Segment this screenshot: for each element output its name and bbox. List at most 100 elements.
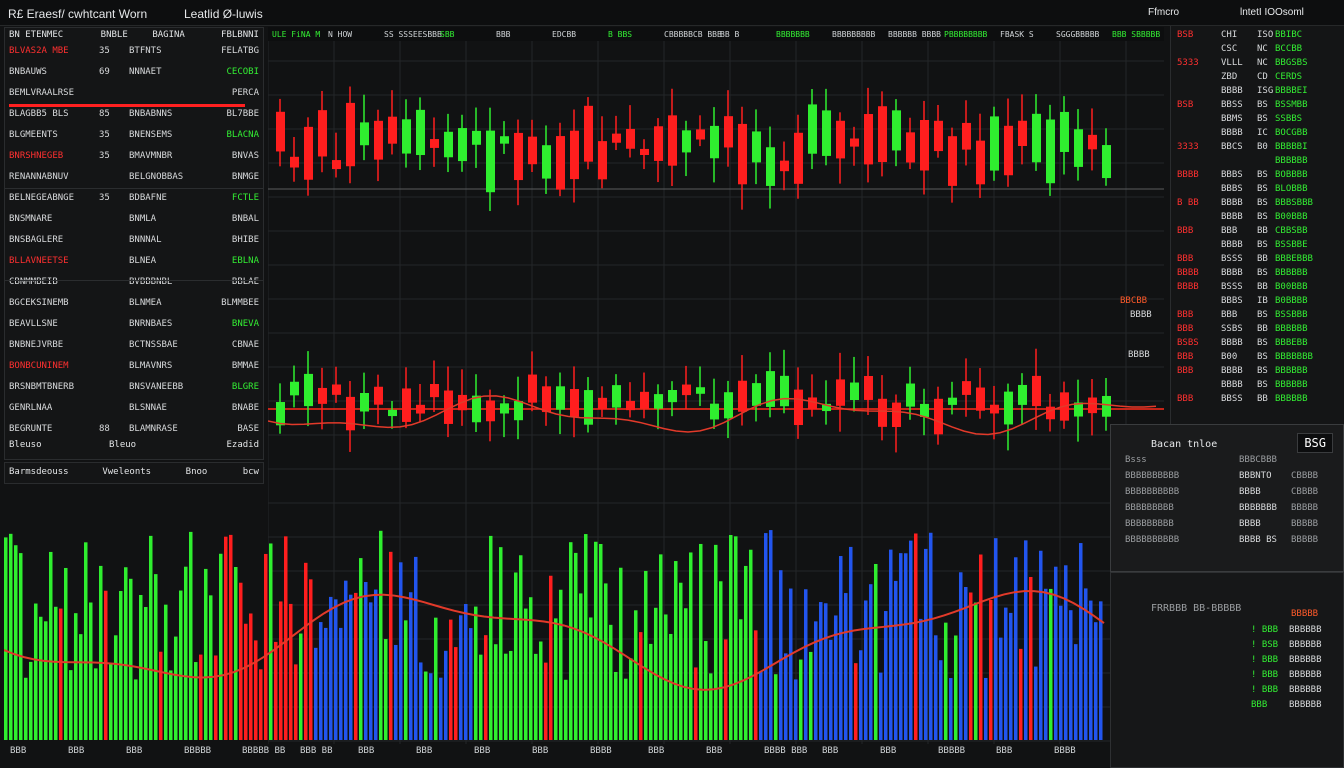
watchlist-row[interactable]: BGCEKSINEMB BLNMEA BLMMBEE bbox=[9, 298, 259, 311]
candle[interactable] bbox=[402, 388, 411, 422]
candle[interactable] bbox=[598, 141, 607, 180]
candle[interactable] bbox=[1032, 113, 1041, 163]
candle[interactable] bbox=[416, 109, 425, 156]
candle[interactable] bbox=[934, 120, 943, 152]
candle[interactable] bbox=[892, 110, 901, 151]
candle[interactable] bbox=[654, 394, 663, 409]
candle[interactable] bbox=[290, 381, 299, 396]
candle[interactable] bbox=[1018, 384, 1027, 405]
candle[interactable] bbox=[528, 136, 537, 165]
candle[interactable] bbox=[710, 403, 719, 420]
candle[interactable] bbox=[528, 374, 537, 403]
candle[interactable] bbox=[556, 386, 565, 410]
candle[interactable] bbox=[472, 130, 481, 145]
candle[interactable] bbox=[640, 148, 649, 155]
candle[interactable] bbox=[430, 384, 439, 398]
watchlist-row[interactable]: BNBAUWS 69 NNNAET CECOBI bbox=[9, 67, 259, 80]
watchlist-row[interactable]: BRSNBMTBNERB BNSVANEEBB BLGRE bbox=[9, 382, 259, 395]
candle[interactable] bbox=[962, 381, 971, 395]
candle[interactable] bbox=[1102, 395, 1111, 417]
candle[interactable] bbox=[794, 389, 803, 426]
candle[interactable] bbox=[472, 395, 481, 423]
candle[interactable] bbox=[1018, 120, 1027, 147]
watchlist-row[interactable]: BELNEGEABNGE 35 BDBAFNE FCTLE bbox=[9, 193, 259, 206]
candle[interactable] bbox=[458, 128, 467, 162]
candle[interactable] bbox=[570, 130, 579, 180]
candle[interactable] bbox=[934, 398, 943, 435]
ticker-item[interactable]: N HOW bbox=[328, 30, 352, 39]
candle[interactable] bbox=[766, 147, 775, 186]
candle[interactable] bbox=[360, 393, 369, 412]
sub-header-1[interactable]: Barmsdeouss bbox=[9, 467, 99, 480]
candle[interactable] bbox=[304, 126, 313, 180]
watchlist-row[interactable]: BEMLVRAALRSE PERCA bbox=[9, 88, 259, 101]
candle[interactable] bbox=[836, 120, 845, 159]
sub-header-4[interactable]: bcw bbox=[229, 467, 259, 480]
candle[interactable] bbox=[850, 138, 859, 147]
candle[interactable] bbox=[878, 106, 887, 163]
candle[interactable] bbox=[752, 131, 761, 163]
candle[interactable] bbox=[682, 384, 691, 396]
candle[interactable] bbox=[920, 403, 929, 417]
candle[interactable] bbox=[906, 383, 915, 407]
candle[interactable] bbox=[332, 160, 341, 170]
candle[interactable] bbox=[836, 379, 845, 406]
ticker-item[interactable]: EDCBB bbox=[552, 30, 576, 39]
candle[interactable] bbox=[1074, 129, 1083, 167]
candle[interactable] bbox=[514, 400, 523, 421]
candle[interactable] bbox=[780, 375, 789, 407]
candle[interactable] bbox=[598, 397, 607, 410]
col-header-symbol[interactable]: BN ETENMEC bbox=[9, 30, 99, 43]
ticker-item[interactable]: FBASK S bbox=[1000, 30, 1034, 39]
watchlist-row[interactable]: BLAGBB5 BLS 85 BNBABNNS BL7BBE bbox=[9, 109, 259, 122]
ticker-item[interactable]: BBB bbox=[496, 30, 511, 39]
candle[interactable] bbox=[696, 387, 705, 394]
watchlist-row[interactable]: CBNMMBEIB BVBBBNBL BBLAE bbox=[9, 277, 259, 290]
candle[interactable] bbox=[640, 391, 649, 409]
watchlist-row[interactable]: BNSBAGLERE BNNNAL BHIBE bbox=[9, 235, 259, 248]
candle[interactable] bbox=[1088, 397, 1097, 414]
candle[interactable] bbox=[276, 111, 285, 152]
watchlist-row[interactable]: BONBCUNINEM BLMAVNRS BMMAE bbox=[9, 361, 259, 374]
watchlist-row[interactable]: BNRSHNEGEB 35 BMAVMNBR BNVAS bbox=[9, 151, 259, 164]
candle[interactable] bbox=[276, 402, 285, 426]
candle[interactable] bbox=[724, 392, 733, 419]
watchlist-row[interactable]: BEGRUNTE 88 BLAMNRASE BASE bbox=[9, 424, 259, 437]
candle[interactable] bbox=[962, 122, 971, 150]
order-panel-badge[interactable]: BSG bbox=[1297, 433, 1333, 453]
candle[interactable] bbox=[696, 129, 705, 140]
candle[interactable] bbox=[626, 128, 635, 149]
candle[interactable] bbox=[500, 403, 509, 414]
candle[interactable] bbox=[304, 373, 313, 407]
watchlist-row[interactable]: RENANNABNUV BELGNOBBAS BNMGE bbox=[9, 172, 259, 185]
candle[interactable] bbox=[1046, 406, 1055, 420]
col-header-d[interactable]: FBLBNNI bbox=[209, 30, 259, 43]
candle[interactable] bbox=[738, 380, 747, 412]
footer-label-1[interactable]: Bleuso bbox=[9, 440, 89, 453]
candle[interactable] bbox=[794, 132, 803, 184]
candle[interactable] bbox=[864, 375, 873, 400]
candle[interactable] bbox=[374, 386, 383, 405]
candle[interactable] bbox=[556, 136, 565, 190]
watchlist-row[interactable]: BNSMNARE BNMLA BNBAL bbox=[9, 214, 259, 227]
col-header-c[interactable]: BAGINA bbox=[152, 30, 207, 43]
watchlist-row[interactable]: GENRLNAA BLSNNAE BNABE bbox=[9, 403, 259, 416]
candle[interactable] bbox=[542, 145, 551, 179]
candle[interactable] bbox=[332, 384, 341, 395]
candle[interactable] bbox=[948, 136, 957, 186]
candle[interactable] bbox=[570, 389, 579, 417]
candle[interactable] bbox=[682, 130, 691, 153]
candle[interactable] bbox=[430, 139, 439, 148]
candle[interactable] bbox=[388, 116, 397, 144]
candle[interactable] bbox=[444, 131, 453, 158]
candle[interactable] bbox=[738, 123, 747, 185]
ticker-item[interactable]: SS SSSEESBBB bbox=[384, 30, 442, 39]
watchlist-row[interactable]: BLLAVNEETSE BLNEA EBLNA bbox=[9, 256, 259, 269]
col-header-b[interactable]: BNBLE bbox=[101, 30, 151, 43]
candle[interactable] bbox=[500, 136, 509, 144]
candle[interactable] bbox=[850, 382, 859, 400]
candle[interactable] bbox=[626, 400, 635, 411]
ticker-item[interactable]: SGGGBBBBB bbox=[1056, 30, 1100, 39]
candle[interactable] bbox=[654, 126, 663, 161]
candle[interactable] bbox=[920, 120, 929, 171]
